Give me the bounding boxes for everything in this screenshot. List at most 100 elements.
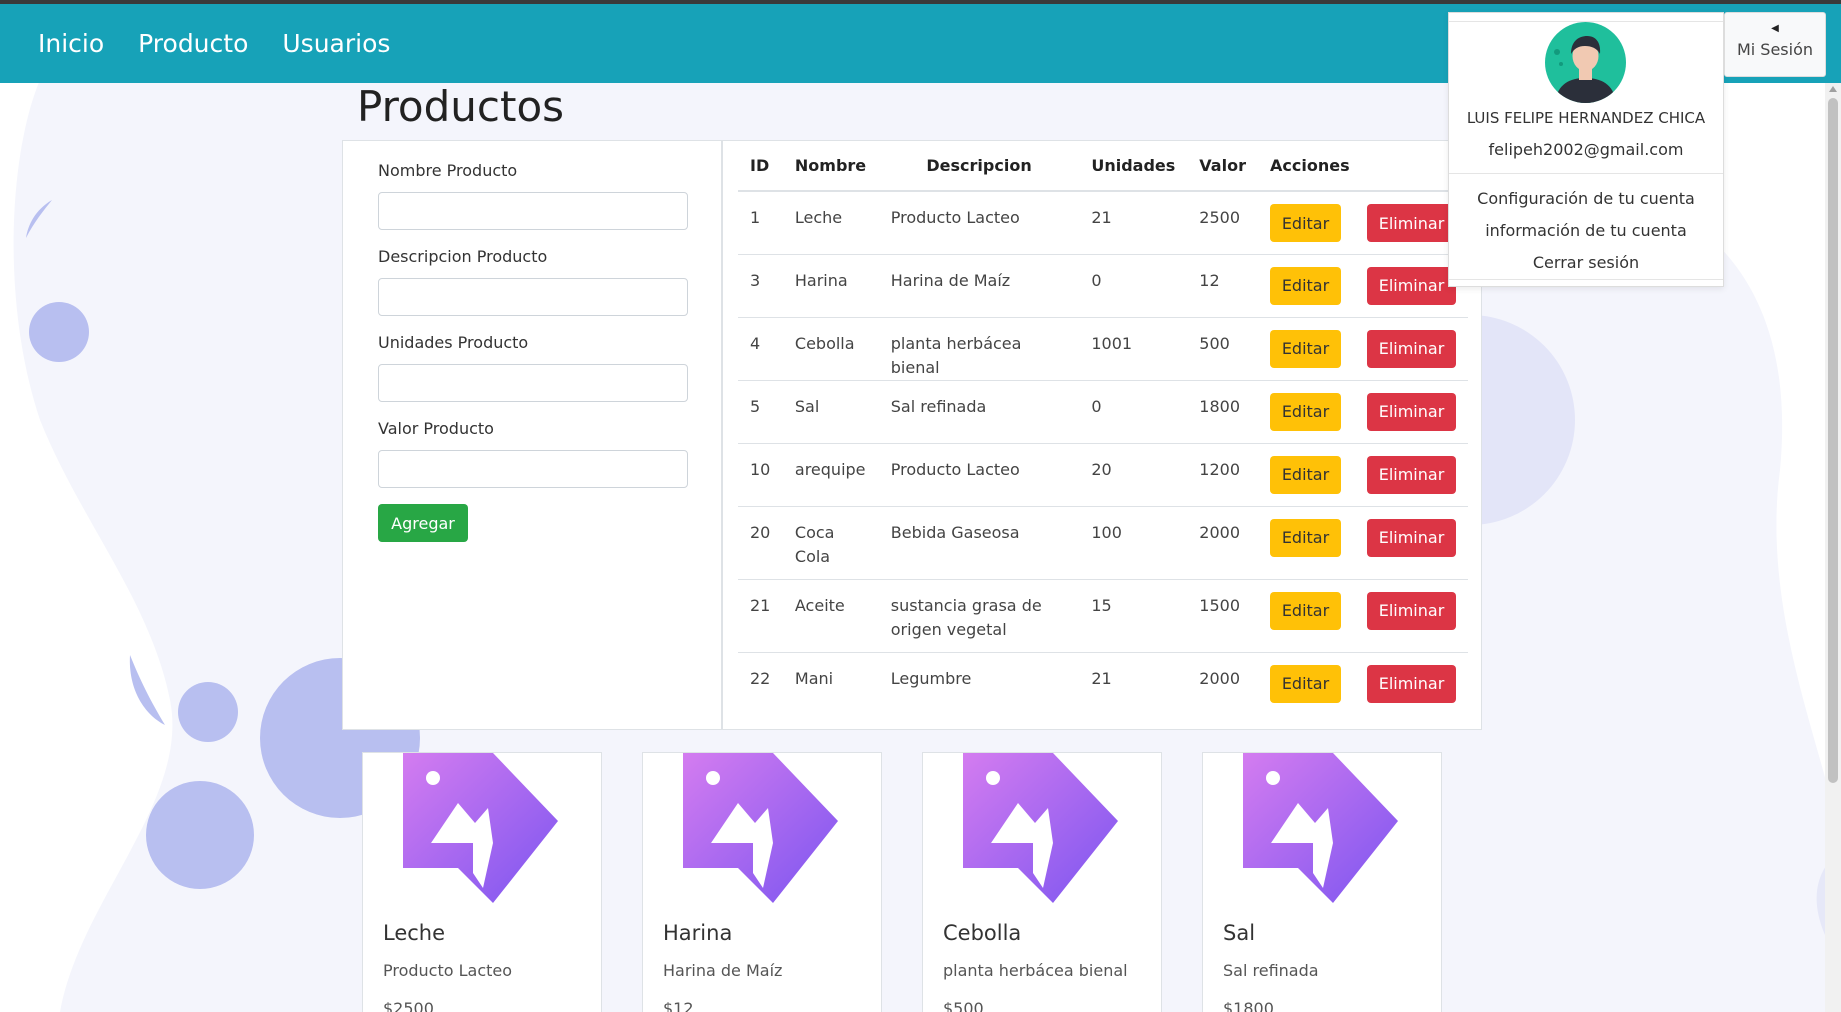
edit-button[interactable]: Editar xyxy=(1270,455,1341,494)
delete-button[interactable]: Eliminar xyxy=(1367,455,1456,494)
card-title: Harina xyxy=(663,921,733,945)
scroll-up-icon[interactable] xyxy=(1829,86,1837,92)
table-row: 3 Harina Harina de Maíz 0 12 Editar Elimi… xyxy=(738,254,1468,318)
user-avatar-icon xyxy=(1545,22,1626,103)
cell-valor: 2500 xyxy=(1187,191,1258,255)
description-label: Descripcion Producto xyxy=(378,247,548,266)
units-label: Unidades Producto xyxy=(378,333,529,352)
caret-left-icon: ◀ xyxy=(1771,23,1779,34)
delete-button[interactable]: Eliminar xyxy=(1367,329,1456,368)
card-price: $1800 xyxy=(1223,999,1274,1012)
delete-button[interactable]: Eliminar xyxy=(1367,204,1456,242)
name-label: Nombre Producto xyxy=(378,161,518,180)
header-valor: Valor xyxy=(1187,141,1258,192)
cell-id: 22 xyxy=(750,668,771,688)
image-placeholder-icon xyxy=(963,753,1118,903)
cell-unidades: 15 xyxy=(1079,579,1188,653)
header-descripcion: Descripcion xyxy=(878,141,1080,192)
products-table-card: ID Nombre Descripcion Unidades Valor Acc… xyxy=(722,140,1482,730)
card-price: $12 xyxy=(663,999,694,1012)
description-field-group: Descripcion Producto xyxy=(378,247,688,316)
cell-acciones: Editar Eliminar xyxy=(1258,191,1468,255)
product-cards: Leche Producto Lacteo $2500 Harina Harin… xyxy=(362,752,1442,1012)
cell-id: 20 xyxy=(738,506,783,580)
value-label: Valor Producto xyxy=(378,419,494,438)
units-field-group: Unidades Producto xyxy=(378,333,688,402)
edit-button[interactable]: Editar xyxy=(1270,664,1341,703)
header-id: ID xyxy=(738,141,783,192)
edit-button[interactable]: Editar xyxy=(1270,329,1341,368)
edit-button[interactable]: Editar xyxy=(1270,518,1341,557)
card-price: $500 xyxy=(943,999,984,1012)
table-row: 20 Coca Cola Bebida Gaseosa 100 2000 Edi… xyxy=(738,506,1468,580)
menu-item-logout[interactable]: Cerrar sesión xyxy=(1449,253,1723,272)
cell-unidades: 21 xyxy=(1091,668,1112,688)
edit-button[interactable]: Editar xyxy=(1270,392,1341,431)
cell-nombre: Mani xyxy=(794,668,834,688)
cell-unidades: 0 xyxy=(1079,380,1188,444)
dropdown-divider xyxy=(1449,279,1723,280)
cell-descripcion: Legumbre xyxy=(890,668,972,688)
card-description: planta herbácea bienal xyxy=(943,961,1128,980)
table-row: 22 Mani Legumbre 21 2000 Editar Eliminar xyxy=(738,652,1468,715)
scroll-thumb[interactable] xyxy=(1828,98,1838,783)
edit-button[interactable]: Editar xyxy=(1270,591,1341,630)
cell-acciones: Editar Eliminar xyxy=(1258,506,1468,580)
card-description: Producto Lacteo xyxy=(383,961,513,980)
cell-nombre: Cebolla xyxy=(782,317,879,381)
cell-descripcion: Harina de Maíz xyxy=(878,254,1080,318)
description-input[interactable] xyxy=(378,278,688,316)
value-input[interactable] xyxy=(378,450,688,488)
cell-acciones: Editar Eliminar xyxy=(1258,652,1468,715)
units-input[interactable] xyxy=(378,364,688,402)
dropdown-divider xyxy=(1449,173,1723,174)
cell-unidades: 20 xyxy=(1079,443,1188,507)
nav-link-usuarios[interactable]: Usuarios xyxy=(282,29,390,58)
cell-valor: 2000 xyxy=(1187,506,1258,580)
delete-button[interactable]: Eliminar xyxy=(1367,392,1456,431)
cell-descripcion: Bebida Gaseosa xyxy=(878,506,1080,580)
cell-acciones: Editar Eliminar xyxy=(1258,579,1468,653)
cell-descripcion: Producto Lacteo xyxy=(878,443,1080,507)
edit-button[interactable]: Editar xyxy=(1270,204,1341,242)
image-placeholder-icon xyxy=(1243,753,1398,903)
delete-button[interactable]: Eliminar xyxy=(1367,266,1456,305)
menu-item-account-info[interactable]: información de tu cuenta xyxy=(1449,221,1723,240)
menu-item-account-settings[interactable]: Configuración de tu cuenta xyxy=(1449,189,1723,208)
cell-id: 10 xyxy=(738,443,783,507)
card-description: Harina de Maíz xyxy=(663,961,783,980)
delete-button[interactable]: Eliminar xyxy=(1367,518,1456,557)
name-field-group: Nombre Producto xyxy=(378,161,688,230)
session-user-email: felipeh2002@gmail.com xyxy=(1488,140,1684,159)
nav-link-producto[interactable]: Producto xyxy=(138,29,248,58)
image-placeholder-icon xyxy=(683,753,838,903)
name-input[interactable] xyxy=(378,192,688,230)
scrollbar[interactable] xyxy=(1825,83,1841,1012)
cell-id: 3 xyxy=(738,254,783,318)
delete-button[interactable]: Eliminar xyxy=(1367,664,1456,703)
card-price: $2500 xyxy=(383,999,434,1012)
table-header-row: ID Nombre Descripcion Unidades Valor Acc… xyxy=(738,141,1468,192)
session-user-name: LUIS FELIPE HERNANDEZ CHICA xyxy=(1466,109,1706,127)
session-dropdown: LUIS FELIPE HERNANDEZ CHICA felipeh2002@… xyxy=(1448,12,1724,287)
cell-unidades: 0 xyxy=(1079,254,1188,318)
cell-valor: 1200 xyxy=(1187,443,1258,507)
page-title: Productos xyxy=(357,82,565,131)
table-row: 5 Sal Sal refinada 0 1800 Editar Eliminar xyxy=(738,380,1468,444)
cell-id: 5 xyxy=(738,380,783,444)
cell-id: 1 xyxy=(738,191,783,255)
session-button[interactable]: ◀ Mi Sesión xyxy=(1724,12,1826,77)
product-form-card: Nombre Producto Descripcion Producto Uni… xyxy=(342,140,722,730)
card-description: Sal refinada xyxy=(1223,961,1319,980)
delete-button[interactable]: Eliminar xyxy=(1367,591,1456,630)
nav-link-inicio[interactable]: Inicio xyxy=(38,29,104,58)
edit-button[interactable]: Editar xyxy=(1270,266,1341,305)
cell-acciones: Editar Eliminar xyxy=(1258,443,1468,507)
table-row: 4 Cebolla planta herbácea bienal 1001 50… xyxy=(738,317,1468,381)
add-button[interactable]: Agregar xyxy=(378,504,468,542)
nav-links: Inicio Producto Usuarios xyxy=(38,4,390,83)
cell-descripcion: sustancia grasa de origen vegetal xyxy=(878,579,1080,653)
product-card: Sal Sal refinada $1800 xyxy=(1202,752,1442,1012)
cell-unidades: 100 xyxy=(1079,506,1188,580)
cell-nombre: Sal xyxy=(782,380,879,444)
